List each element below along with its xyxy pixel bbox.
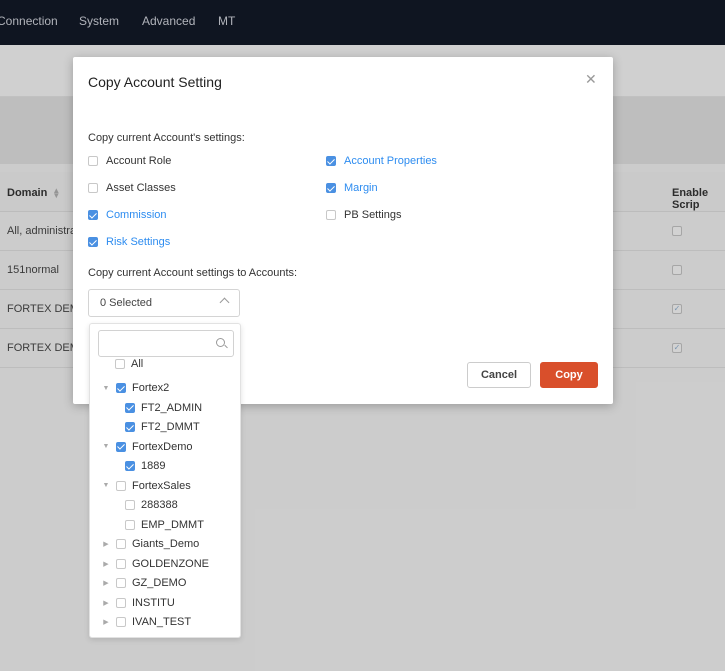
- option-margin[interactable]: Margin: [326, 181, 378, 195]
- option-label: Asset Classes: [106, 182, 176, 194]
- tree-node[interactable]: 288388: [125, 497, 178, 513]
- tree-node[interactable]: ▶ GOLDENZONE: [101, 556, 209, 572]
- node-label: All: [131, 358, 144, 370]
- checkbox[interactable]: [88, 210, 98, 220]
- checkbox[interactable]: [116, 441, 126, 452]
- node-label: FortexDemo: [132, 440, 193, 453]
- checkbox[interactable]: [125, 422, 135, 432]
- option-label: Risk Settings: [106, 236, 171, 248]
- tree-node[interactable]: All: [115, 356, 143, 372]
- checkbox[interactable]: [125, 500, 135, 510]
- node-label: FT2_DMMT: [141, 421, 200, 433]
- node-label: IVAN_TEST: [132, 616, 192, 628]
- caret-down-icon[interactable]: ▼: [101, 443, 111, 450]
- caret-right-icon[interactable]: ▶: [101, 618, 111, 626]
- caret-right-icon[interactable]: ▶: [101, 579, 111, 587]
- node-label: GOLDENZONE: [132, 557, 210, 570]
- option-label: Account Properties: [344, 155, 437, 167]
- select-value: 0 Selected: [100, 297, 152, 309]
- copy-settings-label: Copy current Account's settings:: [88, 132, 245, 144]
- tree-node[interactable]: EMP_DMMT: [125, 517, 204, 533]
- tree-node[interactable]: ▶ INSTITU: [101, 595, 175, 611]
- checkbox[interactable]: [116, 480, 126, 491]
- checkbox[interactable]: [116, 617, 126, 627]
- node-label: Fortex2: [132, 382, 170, 394]
- checkbox[interactable]: [116, 558, 126, 569]
- caret-right-icon[interactable]: ▶: [101, 540, 111, 548]
- tree-node[interactable]: ▼ Fortex2: [101, 380, 170, 396]
- dialog-title: Copy Account Setting: [88, 74, 222, 90]
- option-label: PB Settings: [344, 209, 402, 221]
- checkbox[interactable]: [116, 578, 126, 588]
- accounts-dropdown: All ▼ Fortex2 FT2_ADMIN FT2_DMMT ▼ FortexDemo…: [89, 323, 241, 638]
- node-label: FortexSales: [132, 479, 191, 492]
- search-icon: [216, 338, 225, 347]
- search-input[interactable]: [98, 330, 234, 357]
- tree-node[interactable]: ▼ FortexDemo: [101, 439, 193, 455]
- accounts-select[interactable]: 0 Selected: [88, 289, 240, 317]
- option-pb-settings[interactable]: PB Settings: [326, 208, 401, 222]
- option-label: Commission: [106, 209, 167, 221]
- checkbox[interactable]: [88, 183, 98, 193]
- node-label: FT2_ADMIN: [141, 401, 203, 414]
- checkbox[interactable]: [125, 519, 135, 530]
- node-label: EMP_DMMT: [141, 518, 204, 531]
- checkbox[interactable]: [125, 402, 135, 413]
- tree-node[interactable]: ▶ Giants_Demo: [101, 536, 199, 552]
- node-label: 288388: [141, 499, 178, 511]
- checkbox[interactable]: [326, 210, 336, 220]
- tree-node[interactable]: FT2_DMMT: [125, 419, 200, 435]
- checkbox[interactable]: [88, 237, 98, 247]
- caret-right-icon[interactable]: ▶: [101, 560, 111, 568]
- option-risk-settings[interactable]: Risk Settings: [88, 235, 170, 249]
- tree-node[interactable]: ▶ IVAN_TEST: [101, 614, 191, 630]
- option-label: Margin: [344, 182, 378, 194]
- option-asset-classes[interactable]: Asset Classes: [88, 181, 176, 195]
- tree-node[interactable]: ▶ GZ_DEMO: [101, 575, 186, 591]
- tree-node-all[interactable]: All: [90, 356, 240, 375]
- checkbox[interactable]: [326, 156, 336, 166]
- checkbox[interactable]: [88, 156, 98, 166]
- checkbox[interactable]: [125, 461, 135, 471]
- checkbox[interactable]: [116, 597, 126, 608]
- node-label: Giants_Demo: [132, 538, 200, 550]
- option-label: Account Role: [106, 155, 172, 167]
- node-label: GZ_DEMO: [132, 577, 187, 589]
- tree-node[interactable]: ▼ FortexSales: [101, 478, 191, 494]
- node-label: INSTITU: [132, 596, 175, 609]
- caret-right-icon[interactable]: ▶: [101, 599, 111, 607]
- option-account-properties[interactable]: Account Properties: [326, 154, 437, 168]
- checkbox[interactable]: [116, 539, 126, 549]
- close-icon[interactable]: ✕: [585, 71, 597, 88]
- checkbox[interactable]: [115, 359, 125, 369]
- option-commission[interactable]: Commission: [88, 208, 167, 222]
- chevron-up-icon: [219, 297, 230, 308]
- checkbox[interactable]: [326, 183, 336, 193]
- node-label: 1889: [141, 460, 166, 472]
- caret-down-icon[interactable]: ▼: [101, 385, 111, 392]
- option-account-role[interactable]: Account Role: [88, 154, 171, 168]
- caret-down-icon[interactable]: ▼: [101, 482, 111, 489]
- copy-to-accounts-label: Copy current Account settings to Account…: [88, 267, 298, 279]
- copy-button[interactable]: Copy: [540, 362, 598, 388]
- tree-node[interactable]: 1889: [125, 458, 165, 474]
- cancel-button[interactable]: Cancel: [467, 362, 531, 388]
- checkbox[interactable]: [116, 383, 126, 393]
- tree-node[interactable]: FT2_ADMIN: [125, 400, 202, 416]
